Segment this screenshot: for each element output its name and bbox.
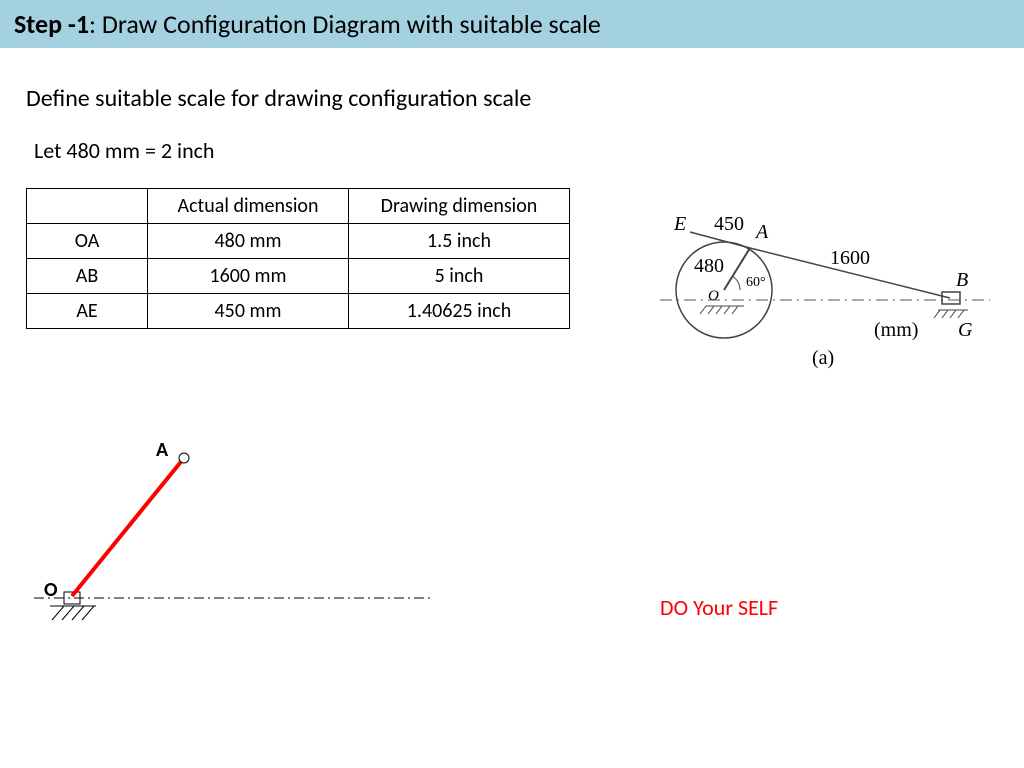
row-drawing: 5 inch: [349, 259, 570, 294]
row-drawing: 1.40625 inch: [349, 294, 570, 329]
ref-units: (mm): [874, 319, 918, 341]
label-O: O: [44, 578, 58, 602]
table-row: AE 450 mm 1.40625 inch: [27, 294, 570, 329]
label-A: A: [156, 440, 169, 462]
scale-definition: Let 480 mm = 2 inch: [34, 137, 1024, 164]
ref-G: G: [958, 319, 973, 341]
subtitle: Define suitable scale for drawing config…: [26, 84, 1024, 113]
row-name: AE: [27, 294, 148, 329]
row-name: AB: [27, 259, 148, 294]
row-actual: 450 mm: [148, 294, 349, 329]
slide-title: : Draw Configuration Diagram with suitab…: [89, 8, 601, 40]
ref-E: E: [673, 213, 686, 235]
table-header-row: Actual dimension Drawing dimension: [27, 189, 570, 224]
row-name: OA: [27, 224, 148, 259]
step-label: Step -1: [14, 8, 89, 40]
header-actual: Actual dimension: [148, 189, 349, 224]
ref-60: 60°: [746, 275, 766, 290]
ref-label: (a): [812, 347, 834, 369]
reference-diagram: E A B G O 450 480 1600 60° (mm) (a): [660, 210, 1000, 386]
header-blank: [27, 189, 148, 224]
ref-O: O: [708, 288, 719, 304]
ref-480: 480: [694, 255, 724, 277]
do-yourself-note: DO Your SELF: [660, 594, 778, 621]
ref-450: 450: [714, 213, 744, 235]
table-row: AB 1600 mm 5 inch: [27, 259, 570, 294]
table-row: OA 480 mm 1.5 inch: [27, 224, 570, 259]
ref-1600: 1600: [830, 247, 870, 269]
diagram-svg: O A: [34, 440, 454, 640]
ref-B: B: [956, 269, 968, 291]
slide-header: Step -1: Draw Configuration Diagram with…: [0, 0, 1024, 48]
ref-A: A: [754, 221, 769, 243]
header-drawing: Drawing dimension: [349, 189, 570, 224]
ref-svg: E A B G O 450 480 1600 60° (mm) (a): [660, 210, 1000, 380]
row-drawing: 1.5 inch: [349, 224, 570, 259]
row-actual: 480 mm: [148, 224, 349, 259]
config-diagram: O A: [34, 440, 454, 646]
row-actual: 1600 mm: [148, 259, 349, 294]
